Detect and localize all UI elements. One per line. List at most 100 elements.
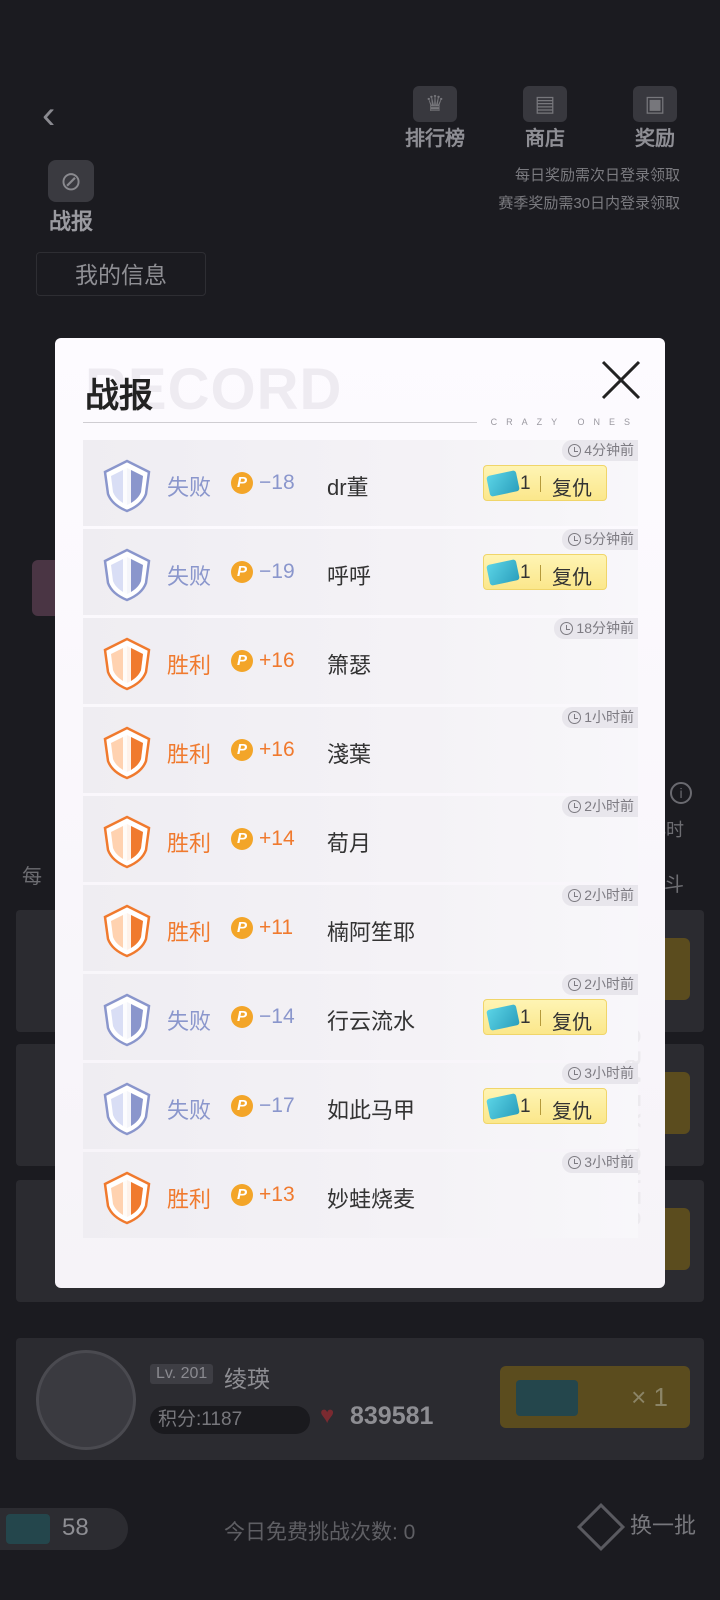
record-result: 胜利 — [167, 920, 212, 945]
opponent-name: dr董 — [327, 475, 369, 500]
free-challenges-text: 今日免费挑战次数: 0 — [224, 1521, 416, 1544]
challenge-button[interactable]: × 1 — [500, 1366, 690, 1428]
record-row: 2小时前 胜利 P +14 荀月 — [83, 796, 638, 882]
opponent-name: 呼呼 — [327, 564, 372, 589]
opponent-card[interactable]: Lv. 201 绫瑛 积分:1187 ♥ 839581 × 1 — [16, 1338, 704, 1460]
victory-shield-icon — [99, 725, 155, 781]
battle-report-modal: RECORD 战报 CRAZY ONES CRAZY ONES 4分钟前失败P−… — [55, 338, 665, 1288]
record-time: 4分钟前 — [562, 440, 638, 461]
clock-icon — [560, 622, 574, 635]
record-time-text: 1小时前 — [584, 709, 634, 725]
record-result: 失败 — [167, 1009, 212, 1034]
button-separator — [540, 1099, 541, 1115]
record-result: 失败 — [167, 1098, 212, 1123]
nav-rewards[interactable]: ▣ 奖励 — [620, 86, 690, 151]
record-time-text: 5分钟前 — [584, 531, 634, 547]
record-time-text: 2小时前 — [584, 976, 634, 992]
revenge-button[interactable]: 1 复仇 — [483, 554, 607, 590]
revenge-cost: 1 — [520, 562, 531, 583]
revenge-button[interactable]: 1 复仇 — [483, 999, 607, 1035]
close-button[interactable] — [599, 358, 643, 402]
refresh-label: 换一批 — [629, 1513, 696, 1538]
gift-icon: ▣ — [633, 86, 677, 122]
nav-rewards-label: 奖励 — [635, 128, 675, 150]
points-delta: +16 — [259, 649, 295, 672]
info-icon[interactable]: i — [670, 782, 692, 804]
record-time: 3小时前 — [562, 1063, 638, 1084]
record-row: 5分钟前 失败 P −19 呼呼 1 复仇 — [83, 529, 638, 615]
shop-icon: ▤ — [523, 86, 567, 122]
record-row: 2小时前 胜利 P +11 楠阿笙耶 — [83, 885, 638, 971]
clock-icon — [568, 978, 582, 991]
clock-icon — [568, 444, 582, 457]
record-row: 4分钟前 失败 P −18 dr董 1 复仇 — [83, 440, 638, 526]
revenge-cost: 1 — [520, 1007, 531, 1028]
record-time-text: 2小时前 — [584, 887, 634, 903]
refresh-icon — [576, 1503, 626, 1552]
points-coin-icon: P — [231, 1184, 253, 1206]
record-time: 18分钟前 — [554, 618, 638, 639]
ticket-icon — [486, 1004, 520, 1031]
record-time: 2小时前 — [562, 796, 638, 817]
clock-icon — [568, 533, 582, 546]
nav-shop[interactable]: ▤ 商店 — [510, 86, 580, 151]
record-time-text: 18分钟前 — [576, 620, 634, 636]
nav-leaderboard[interactable]: ♛ 排行榜 — [400, 86, 470, 151]
revenge-cost: 1 — [520, 1096, 531, 1117]
ticket-balance: 58 — [0, 1508, 128, 1550]
modal-tagline: CRAZY ONES — [490, 417, 639, 427]
record-time: 2小时前 — [562, 974, 638, 995]
record-result: 胜利 — [167, 653, 212, 678]
defeat-shield-icon — [99, 458, 155, 514]
record-time: 2小时前 — [562, 885, 638, 906]
ticket-icon — [6, 1514, 50, 1544]
opponent-score: 积分:1187 — [150, 1406, 310, 1434]
points-coin-icon: P — [231, 1006, 253, 1028]
button-separator — [540, 1010, 541, 1026]
daily-reward-note: 每日奖励需次日登录领取 — [514, 167, 680, 184]
opponent-name: 箫瑟 — [327, 653, 372, 678]
ticket-icon — [486, 559, 520, 586]
ticket-balance-count: 58 — [62, 1514, 89, 1541]
opponent-name: 如此马甲 — [327, 1098, 416, 1123]
avatar[interactable] — [36, 1350, 136, 1450]
record-row: 18分钟前 胜利 P +16 箫瑟 — [83, 618, 638, 704]
points-coin-icon: P — [231, 1095, 253, 1117]
record-row: 3小时前 失败 P −17 如此马甲 1 复仇 — [83, 1063, 638, 1149]
ticket-icon — [486, 470, 520, 497]
record-row: 1小时前 胜利 P +16 淺葉 — [83, 707, 638, 793]
record-result: 失败 — [167, 475, 212, 500]
clock-icon — [568, 1156, 582, 1169]
back-arrow-icon[interactable]: ‹ — [42, 95, 82, 135]
refresh-button[interactable]: 换一批 — [576, 1503, 696, 1552]
points-coin-icon: P — [231, 917, 253, 939]
title-divider — [83, 422, 477, 423]
ticket-icon — [516, 1380, 578, 1416]
defeat-shield-icon — [99, 992, 155, 1048]
victory-shield-icon — [99, 1170, 155, 1226]
heart-icon: ♥ — [320, 1402, 335, 1429]
revenge-label: 复仇 — [552, 567, 592, 589]
opponent-name: 荀月 — [327, 831, 372, 856]
record-result: 胜利 — [167, 831, 212, 856]
record-time-text: 3小时前 — [584, 1065, 634, 1081]
victory-shield-icon — [99, 903, 155, 959]
points-coin-icon: P — [231, 472, 253, 494]
opponent-name: 楠阿笙耶 — [327, 920, 416, 945]
record-time-text: 2小时前 — [584, 798, 634, 814]
record-row: 3小时前 胜利 P +13 妙蛙烧麦 — [83, 1152, 638, 1238]
my-info-title: 我的信息 — [36, 252, 206, 296]
points-coin-icon: P — [231, 828, 253, 850]
revenge-label: 复仇 — [552, 1012, 592, 1034]
season-reward-note: 赛季奖励需30日内登录领取 — [498, 195, 680, 212]
opponent-name: 淺葉 — [327, 742, 372, 767]
button-separator — [540, 476, 541, 492]
defeat-shield-icon — [99, 1081, 155, 1137]
revenge-button[interactable]: 1 复仇 — [483, 465, 607, 501]
battle-report-button[interactable]: ⊘ 战报 — [36, 160, 106, 234]
revenge-button[interactable]: 1 复仇 — [483, 1088, 607, 1124]
battle-report-label: 战报 — [48, 209, 93, 234]
record-result: 胜利 — [167, 1187, 212, 1212]
victory-shield-icon — [99, 636, 155, 692]
opponent-level: Lv. 201 — [150, 1364, 214, 1384]
